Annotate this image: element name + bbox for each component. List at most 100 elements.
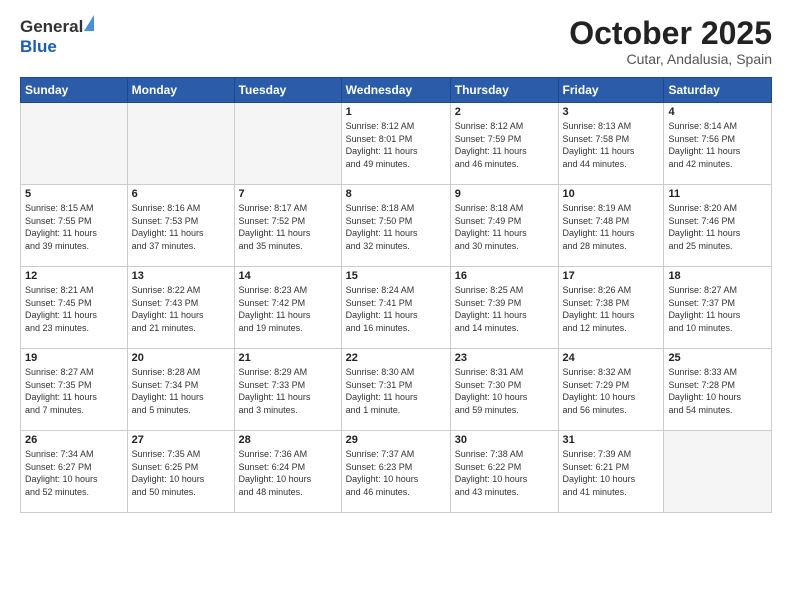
table-row — [127, 103, 234, 185]
logo-icon — [84, 15, 94, 31]
day-number: 8 — [346, 188, 446, 200]
table-row: 14Sunrise: 8:23 AMSunset: 7:42 PMDayligh… — [234, 267, 341, 349]
day-info: Sunrise: 8:12 AMSunset: 7:59 PMDaylight:… — [455, 120, 554, 170]
day-info: Sunrise: 8:18 AMSunset: 7:49 PMDaylight:… — [455, 202, 554, 252]
day-number: 13 — [132, 270, 230, 282]
logo-general: General — [20, 17, 83, 36]
table-row — [21, 103, 128, 185]
day-number: 27 — [132, 434, 230, 446]
day-number: 14 — [239, 270, 337, 282]
table-row: 3 Sunrise: 8:13 AMSunset: 7:58 PMDaylight… — [558, 103, 664, 185]
day-info: Sunrise: 8:27 AMSunset: 7:37 PMDaylight:… — [668, 284, 767, 334]
header: General Blue October 2025 Cutar, Andalus… — [20, 16, 772, 67]
day-info: Sunrise: 8:12 AMSunset: 8:01 PMDaylight:… — [346, 120, 446, 170]
table-row: 26 Sunrise: 7:34 AMSunset: 6:27 PMDayligh… — [21, 431, 128, 513]
table-row: 8 Sunrise: 8:18 AMSunset: 7:50 PMDaylight… — [341, 185, 450, 267]
calendar-title: October 2025 — [569, 16, 772, 51]
day-number: 3 — [563, 106, 660, 118]
table-row: 22Sunrise: 8:30 AMSunset: 7:31 PMDayligh… — [341, 349, 450, 431]
day-info: Sunrise: 8:17 AMSunset: 7:52 PMDaylight:… — [239, 202, 337, 252]
header-monday: Monday — [127, 78, 234, 103]
day-number: 25 — [668, 352, 767, 364]
table-row: 27 Sunrise: 7:35 AMSunset: 6:25 PMDayligh… — [127, 431, 234, 513]
table-row: 17Sunrise: 8:26 AMSunset: 7:38 PMDayligh… — [558, 267, 664, 349]
table-row: 29 Sunrise: 7:37 AMSunset: 6:23 PMDayligh… — [341, 431, 450, 513]
day-number: 23 — [455, 352, 554, 364]
day-number: 1 — [346, 106, 446, 118]
day-info: Sunrise: 8:28 AMSunset: 7:34 PMDaylight:… — [132, 366, 230, 416]
day-number: 21 — [239, 352, 337, 364]
table-row: 15 Sunrise: 8:24 AMSunset: 7:41 PMDayligh… — [341, 267, 450, 349]
day-number: 10 — [563, 188, 660, 200]
day-info: Sunrise: 8:14 AMSunset: 7:56 PMDaylight:… — [668, 120, 767, 170]
day-info: Sunrise: 7:38 AMSunset: 6:22 PMDaylight:… — [455, 448, 554, 498]
day-info: Sunrise: 7:35 AMSunset: 6:25 PMDaylight:… — [132, 448, 230, 498]
day-info: Sunrise: 7:37 AMSunset: 6:23 PMDaylight:… — [346, 448, 446, 498]
day-info: Sunrise: 7:39 AMSunset: 6:21 PMDaylight:… — [563, 448, 660, 498]
logo: General Blue — [20, 16, 94, 57]
table-row: 2 Sunrise: 8:12 AMSunset: 7:59 PMDaylight… — [450, 103, 558, 185]
header-thursday: Thursday — [450, 78, 558, 103]
table-row: 21 Sunrise: 8:29 AMSunset: 7:33 PMDayligh… — [234, 349, 341, 431]
table-row: 9 Sunrise: 8:18 AMSunset: 7:49 PMDaylight… — [450, 185, 558, 267]
table-row: 18 Sunrise: 8:27 AMSunset: 7:37 PMDayligh… — [664, 267, 772, 349]
day-number: 2 — [455, 106, 554, 118]
calendar-week-row: 12Sunrise: 8:21 AMSunset: 7:45 PMDayligh… — [21, 267, 772, 349]
days-header-row: Sunday Monday Tuesday Wednesday Thursday… — [21, 78, 772, 103]
day-number: 31 — [563, 434, 660, 446]
table-row — [664, 431, 772, 513]
table-row: 10 Sunrise: 8:19 AMSunset: 7:48 PMDayligh… — [558, 185, 664, 267]
day-info: Sunrise: 8:31 AMSunset: 7:30 PMDaylight:… — [455, 366, 554, 416]
day-number: 11 — [668, 188, 767, 200]
day-number: 18 — [668, 270, 767, 282]
table-row: 12Sunrise: 8:21 AMSunset: 7:45 PMDayligh… — [21, 267, 128, 349]
day-info: Sunrise: 8:33 AMSunset: 7:28 PMDaylight:… — [668, 366, 767, 416]
day-number: 24 — [563, 352, 660, 364]
day-info: Sunrise: 8:29 AMSunset: 7:33 PMDaylight:… — [239, 366, 337, 416]
table-row: 20 Sunrise: 8:28 AMSunset: 7:34 PMDayligh… — [127, 349, 234, 431]
day-info: Sunrise: 8:15 AMSunset: 7:55 PMDaylight:… — [25, 202, 123, 252]
day-info: Sunrise: 8:25 AMSunset: 7:39 PMDaylight:… — [455, 284, 554, 334]
day-info: Sunrise: 8:24 AMSunset: 7:41 PMDaylight:… — [346, 284, 446, 334]
day-number: 28 — [239, 434, 337, 446]
header-wednesday: Wednesday — [341, 78, 450, 103]
day-number: 26 — [25, 434, 123, 446]
day-number: 29 — [346, 434, 446, 446]
table-row: 19 Sunrise: 8:27 AMSunset: 7:35 PMDayligh… — [21, 349, 128, 431]
calendar-week-row: 19 Sunrise: 8:27 AMSunset: 7:35 PMDayligh… — [21, 349, 772, 431]
day-info: Sunrise: 8:16 AMSunset: 7:53 PMDaylight:… — [132, 202, 230, 252]
title-block: October 2025 Cutar, Andalusia, Spain — [569, 16, 772, 67]
day-number: 9 — [455, 188, 554, 200]
table-row: 6 Sunrise: 8:16 AMSunset: 7:53 PMDaylight… — [127, 185, 234, 267]
table-row: 13Sunrise: 8:22 AMSunset: 7:43 PMDayligh… — [127, 267, 234, 349]
table-row — [234, 103, 341, 185]
day-number: 7 — [239, 188, 337, 200]
day-info: Sunrise: 7:36 AMSunset: 6:24 PMDaylight:… — [239, 448, 337, 498]
table-row: 1 Sunrise: 8:12 AMSunset: 8:01 PMDaylight… — [341, 103, 450, 185]
calendar-subtitle: Cutar, Andalusia, Spain — [569, 51, 772, 67]
day-info: Sunrise: 8:27 AMSunset: 7:35 PMDaylight:… — [25, 366, 123, 416]
table-row: 28 Sunrise: 7:36 AMSunset: 6:24 PMDayligh… — [234, 431, 341, 513]
table-row: 30Sunrise: 7:38 AMSunset: 6:22 PMDayligh… — [450, 431, 558, 513]
day-info: Sunrise: 8:18 AMSunset: 7:50 PMDaylight:… — [346, 202, 446, 252]
day-number: 20 — [132, 352, 230, 364]
day-number: 17 — [563, 270, 660, 282]
day-info: Sunrise: 7:34 AMSunset: 6:27 PMDaylight:… — [25, 448, 123, 498]
header-saturday: Saturday — [664, 78, 772, 103]
calendar-week-row: 26 Sunrise: 7:34 AMSunset: 6:27 PMDayligh… — [21, 431, 772, 513]
day-info: Sunrise: 8:19 AMSunset: 7:48 PMDaylight:… — [563, 202, 660, 252]
day-info: Sunrise: 8:13 AMSunset: 7:58 PMDaylight:… — [563, 120, 660, 170]
table-row: 24Sunrise: 8:32 AMSunset: 7:29 PMDayligh… — [558, 349, 664, 431]
calendar-week-row: 5Sunrise: 8:15 AMSunset: 7:55 PMDaylight… — [21, 185, 772, 267]
table-row: 4 Sunrise: 8:14 AMSunset: 7:56 PMDaylight… — [664, 103, 772, 185]
day-number: 4 — [668, 106, 767, 118]
day-number: 19 — [25, 352, 123, 364]
day-number: 6 — [132, 188, 230, 200]
calendar-week-row: 1 Sunrise: 8:12 AMSunset: 8:01 PMDaylight… — [21, 103, 772, 185]
header-sunday: Sunday — [21, 78, 128, 103]
page: General Blue October 2025 Cutar, Andalus… — [0, 0, 792, 612]
day-number: 15 — [346, 270, 446, 282]
table-row: 5Sunrise: 8:15 AMSunset: 7:55 PMDaylight… — [21, 185, 128, 267]
day-number: 22 — [346, 352, 446, 364]
table-row: 25 Sunrise: 8:33 AMSunset: 7:28 PMDayligh… — [664, 349, 772, 431]
